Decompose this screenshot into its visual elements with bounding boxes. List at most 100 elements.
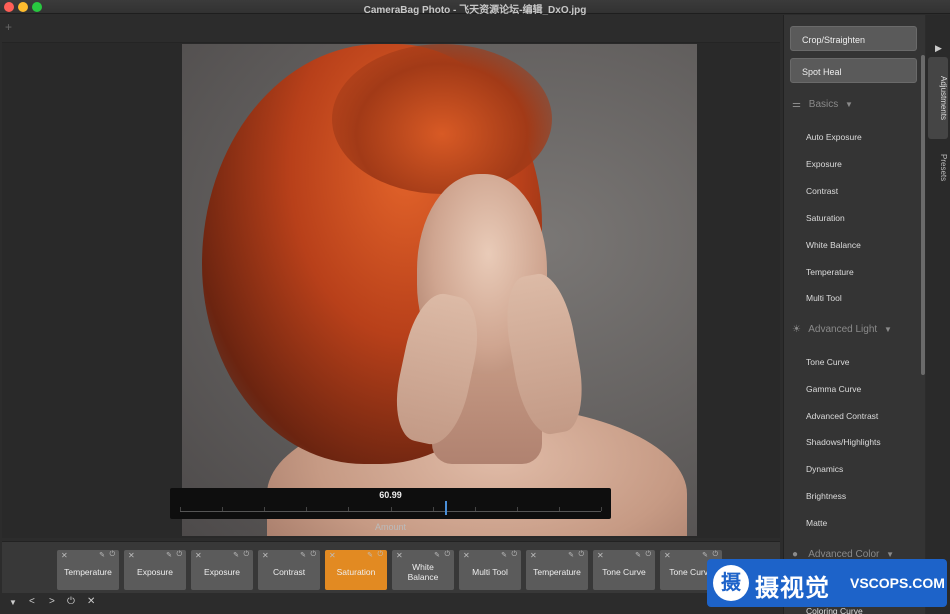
play-arrow-icon[interactable]: ▶ xyxy=(935,43,942,54)
pin-icon[interactable]: ✎ xyxy=(233,551,239,559)
adjustment-card-label: Temperature xyxy=(64,567,112,577)
watermark-logo: 摄 xyxy=(713,565,749,601)
sidebar-item-dynamics[interactable]: Dynamics xyxy=(806,464,843,474)
amount-value: 60.99 xyxy=(379,490,402,500)
remove-icon[interactable]: ✕ xyxy=(664,551,671,560)
pin-icon[interactable]: ✎ xyxy=(702,551,708,559)
pin-icon[interactable]: ✎ xyxy=(434,551,440,559)
pin-icon[interactable]: ✎ xyxy=(367,551,373,559)
sliders-icon: ⚌ xyxy=(792,99,801,110)
adjustment-card[interactable]: ✕ ✎ ⏻ Tone Curve xyxy=(593,550,655,590)
sidebar-item-brightness[interactable]: Brightness xyxy=(806,491,846,501)
sidebar-item-temperature[interactable]: Temperature xyxy=(806,267,854,277)
sidebar-item-matte[interactable]: Matte xyxy=(806,518,827,528)
adjustment-card[interactable]: ✕ ✎ ⏻ Exposure xyxy=(191,550,253,590)
adjustment-card[interactable]: ✕ ✎ ⏻ Temperature xyxy=(526,550,588,590)
window-title: CameraBag Photo - 飞天资源论坛-编辑_DxO.jpg xyxy=(363,5,587,16)
add-icon[interactable]: + xyxy=(5,20,12,34)
sidebar-item-advanced-contrast[interactable]: Advanced Contrast xyxy=(806,411,878,421)
sidebar-item-white-balance[interactable]: White Balance xyxy=(806,240,861,250)
remove-icon[interactable]: ✕ xyxy=(597,551,604,560)
previous-icon[interactable]: < xyxy=(29,596,35,607)
power-icon[interactable]: ⏻ xyxy=(176,551,182,559)
power-icon[interactable]: ⏻ xyxy=(645,551,651,559)
adjustment-card[interactable]: ✕ ✎ ⏻ Exposure xyxy=(124,550,186,590)
tab-adjustments[interactable]: Adjustments xyxy=(928,57,948,139)
slider-tick xyxy=(306,507,307,511)
panel-tabstrip: ▶ Adjustments Presets xyxy=(926,15,950,614)
watermark-badge: 摄 摄视觉 VSCOPS.COM xyxy=(707,559,947,607)
next-icon[interactable]: > xyxy=(49,596,55,607)
sidebar-item-shadows-highlights[interactable]: Shadows/Highlights xyxy=(806,437,881,447)
adjustment-card-label: Tone Curve xyxy=(602,567,646,577)
pin-icon[interactable]: ✎ xyxy=(166,551,172,559)
power-icon[interactable]: ⏻ xyxy=(578,551,584,559)
power-icon[interactable]: ⏻ xyxy=(67,596,75,607)
pin-icon[interactable]: ✎ xyxy=(501,551,507,559)
remove-icon[interactable]: ✕ xyxy=(61,551,68,560)
adjustment-card[interactable]: ✕ ✎ ⏻ White Balance xyxy=(392,550,454,590)
adjustment-card-label: Contrast xyxy=(272,567,306,577)
pin-icon[interactable]: ✎ xyxy=(300,551,306,559)
power-icon[interactable]: ⏻ xyxy=(310,551,316,559)
power-icon[interactable]: ⏻ xyxy=(712,551,718,559)
sun-icon: ☀ xyxy=(792,324,801,335)
remove-icon[interactable]: ✕ xyxy=(463,551,470,560)
crop-straighten-button[interactable]: Crop/Straighten xyxy=(790,26,917,51)
sidebar-item-saturation[interactable]: Saturation xyxy=(806,213,845,223)
adjustment-card-label: Exposure xyxy=(137,567,173,577)
sidebar-item-multi-tool[interactable]: Multi Tool xyxy=(806,293,842,303)
amount-label: Amount xyxy=(374,522,407,532)
pin-icon[interactable]: ✎ xyxy=(99,551,105,559)
power-icon[interactable]: ⏻ xyxy=(377,551,383,559)
watermark-text-en: VSCOPS.COM xyxy=(850,575,945,591)
adjustments-sidebar: Crop/Straighten Spot Heal ⚌ Basics ▼ Aut… xyxy=(783,15,925,614)
sidebar-item-contrast[interactable]: Contrast xyxy=(806,186,838,196)
amount-slider-panel: 60.99 xyxy=(170,488,611,519)
section-basics[interactable]: ⚌ Basics ▼ xyxy=(792,99,853,110)
sidebar-item-coloring-curve[interactable]: Coloring Curve xyxy=(806,606,863,614)
slider-tick xyxy=(222,507,223,511)
title-bar: CameraBag Photo - 飞天资源论坛-编辑_DxO.jpg xyxy=(0,0,950,16)
pin-icon[interactable]: ✎ xyxy=(568,551,574,559)
slider-tick xyxy=(391,507,392,511)
adjustment-card[interactable]: ✕ ✎ ⏻ Temperature xyxy=(57,550,119,590)
remove-icon[interactable]: ✕ xyxy=(128,551,135,560)
slider-tick xyxy=(559,507,560,511)
adjustment-card[interactable]: ✕ ✎ ⏻ Saturation xyxy=(325,550,387,590)
sidebar-item-tone-curve[interactable]: Tone Curve xyxy=(806,357,849,367)
spot-heal-button[interactable]: Spot Heal xyxy=(790,58,917,83)
photo-hair-top xyxy=(332,44,552,194)
sidebar-item-exposure[interactable]: Exposure xyxy=(806,159,842,169)
power-icon[interactable]: ⏻ xyxy=(511,551,517,559)
amount-slider-thumb[interactable] xyxy=(445,501,447,515)
remove-icon[interactable]: ✕ xyxy=(195,551,202,560)
slider-tick xyxy=(517,507,518,511)
photo-preview[interactable] xyxy=(182,44,697,536)
remove-icon[interactable]: ✕ xyxy=(262,551,269,560)
remove-icon[interactable]: ✕ xyxy=(396,551,403,560)
power-icon[interactable]: ⏻ xyxy=(109,551,115,559)
bottom-controls: ▼ < > ⏻ ✕ xyxy=(0,594,780,614)
sidebar-item-auto-exposure[interactable]: Auto Exposure xyxy=(806,132,862,142)
tab-presets[interactable]: Presets xyxy=(928,143,948,193)
power-icon[interactable]: ⏻ xyxy=(243,551,249,559)
slider-tick xyxy=(348,507,349,511)
adjustment-card-label: Saturation xyxy=(336,567,376,577)
clear-icon[interactable]: ✕ xyxy=(87,596,95,607)
sidebar-scrollbar[interactable] xyxy=(921,55,925,375)
adjustment-card[interactable]: ✕ ✎ ⏻ Multi Tool xyxy=(459,550,521,590)
amount-slider-track[interactable] xyxy=(180,506,602,512)
remove-icon[interactable]: ✕ xyxy=(530,551,537,560)
remove-icon[interactable]: ✕ xyxy=(329,551,336,560)
section-title: Advanced Light xyxy=(808,324,878,335)
adjustment-card[interactable]: ✕ ✎ ⏻ Contrast xyxy=(258,550,320,590)
watermark-text-cn: 摄视觉 xyxy=(755,575,830,602)
sidebar-item-gamma-curve[interactable]: Gamma Curve xyxy=(806,384,861,394)
slider-tick xyxy=(601,507,602,511)
chevron-down-icon: ▼ xyxy=(883,325,892,334)
power-icon[interactable]: ⏻ xyxy=(444,551,450,559)
pin-icon[interactable]: ✎ xyxy=(635,551,641,559)
menu-triangle-icon[interactable]: ▼ xyxy=(9,598,17,607)
section-advanced-light[interactable]: ☀ Advanced Light ▼ xyxy=(792,324,892,335)
